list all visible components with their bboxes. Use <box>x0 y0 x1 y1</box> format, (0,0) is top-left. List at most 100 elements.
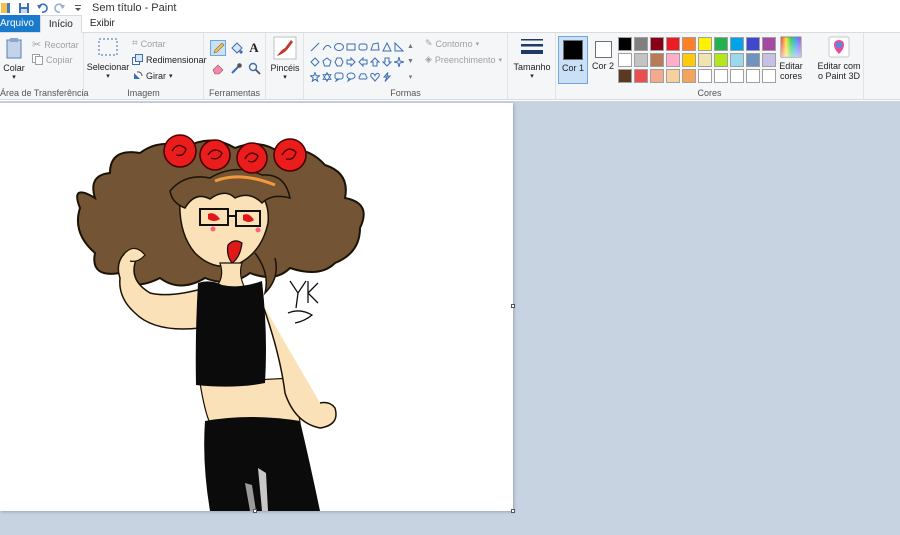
character-drawing <box>76 134 365 511</box>
rectangle-shape-icon[interactable] <box>345 39 356 54</box>
tab-file[interactable]: Arquivo <box>0 15 40 32</box>
palette-swatch[interactable] <box>666 37 680 51</box>
tab-home[interactable]: Início <box>39 15 82 33</box>
copy-label: Copiar <box>46 54 73 65</box>
paint3d-icon <box>828 36 850 58</box>
left-arrow-shape-icon[interactable] <box>357 54 368 69</box>
palette-swatch[interactable] <box>698 37 712 51</box>
paste-button[interactable]: Colar ▾ <box>2 36 26 83</box>
palette-swatch[interactable] <box>634 69 648 83</box>
brushes-button[interactable]: Pincéis ▾ <box>269 36 301 83</box>
palette-swatch[interactable] <box>698 53 712 67</box>
drawing-canvas[interactable] <box>0 103 513 511</box>
crop-button[interactable]: ⌗ Cortar <box>132 38 166 49</box>
fill-button[interactable]: ◈ Preenchimento ▾ <box>425 54 502 65</box>
rounded-callout-shape-icon[interactable] <box>333 69 344 84</box>
edit-with-paint3d-button[interactable]: Editar com o Paint 3D <box>816 36 862 81</box>
polygon-shape-icon[interactable] <box>369 39 380 54</box>
six-point-star-shape-icon[interactable] <box>321 69 332 84</box>
palette-swatch[interactable] <box>618 37 632 51</box>
palette-swatch[interactable] <box>746 69 760 83</box>
tab-view[interactable]: Exibir <box>82 15 123 32</box>
undo-icon[interactable] <box>36 2 48 14</box>
triangle-shape-icon[interactable] <box>381 39 392 54</box>
image-group-label: Imagem <box>127 88 160 98</box>
up-arrow-shape-icon[interactable] <box>369 54 380 69</box>
palette-swatch[interactable] <box>762 53 776 67</box>
lightning-shape-icon[interactable] <box>381 69 392 84</box>
resize-handle-right[interactable] <box>511 304 515 308</box>
color1-button[interactable]: Cor 1 <box>558 36 588 84</box>
customize-toolbar-icon[interactable] <box>72 2 84 14</box>
oval-shape-icon[interactable] <box>333 39 344 54</box>
down-arrow-shape-icon[interactable] <box>381 54 392 69</box>
eraser-icon <box>212 64 223 74</box>
palette-swatch[interactable] <box>650 53 664 67</box>
select-button[interactable]: Selecionar ▾ <box>86 36 130 82</box>
right-triangle-shape-icon[interactable] <box>393 39 404 54</box>
save-icon[interactable] <box>18 2 30 14</box>
palette-swatch[interactable] <box>714 69 728 83</box>
pentagon-shape-icon[interactable] <box>321 54 332 69</box>
palette-swatch[interactable] <box>650 69 664 83</box>
edit-colors-button[interactable]: Editar cores <box>776 36 806 81</box>
palette-swatch[interactable] <box>730 37 744 51</box>
text-tool[interactable]: A <box>246 40 262 56</box>
rotate-label: Girar <box>146 70 166 81</box>
color-picker-tool[interactable] <box>228 60 244 76</box>
color-palette <box>618 37 776 83</box>
outline-button[interactable]: ✎ Contorno ▾ <box>425 38 479 49</box>
palette-swatch[interactable] <box>762 37 776 51</box>
right-arrow-shape-icon[interactable] <box>345 54 356 69</box>
edit-colors-label: Editar cores <box>779 61 803 81</box>
brush-icon <box>273 36 297 60</box>
resize-handle-corner[interactable] <box>511 509 515 513</box>
palette-swatch[interactable] <box>634 53 648 67</box>
copy-button[interactable]: Copiar <box>32 54 73 65</box>
palette-swatch[interactable] <box>730 53 744 67</box>
cloud-callout-shape-icon[interactable] <box>357 69 368 84</box>
palette-swatch[interactable] <box>682 53 696 67</box>
palette-swatch[interactable] <box>746 53 760 67</box>
palette-swatch[interactable] <box>618 69 632 83</box>
redo-icon[interactable] <box>54 2 66 14</box>
cut-button[interactable]: ✂ Recortar <box>32 38 79 51</box>
fill-tool[interactable] <box>228 40 244 56</box>
resize-button[interactable]: Redimensionar <box>132 54 207 65</box>
palette-swatch[interactable] <box>666 69 680 83</box>
pencil-tool[interactable] <box>210 40 226 56</box>
hexagon-shape-icon[interactable] <box>333 54 344 69</box>
palette-swatch[interactable] <box>746 37 760 51</box>
oval-callout-shape-icon[interactable] <box>345 69 356 84</box>
palette-swatch[interactable] <box>714 37 728 51</box>
palette-swatch[interactable] <box>650 37 664 51</box>
palette-swatch[interactable] <box>762 69 776 83</box>
resize-handle-bottom[interactable] <box>253 509 257 513</box>
fill-label: Preenchimento <box>434 54 496 65</box>
select-label: Selecionar <box>86 62 130 72</box>
five-point-star-shape-icon[interactable] <box>309 69 320 84</box>
four-point-star-shape-icon[interactable] <box>393 54 404 69</box>
diamond-shape-icon[interactable] <box>309 54 320 69</box>
palette-swatch[interactable] <box>682 37 696 51</box>
magnifier-tool[interactable] <box>246 60 262 76</box>
scroll-up-icon[interactable]: ▲ <box>405 39 416 54</box>
line-shape-icon[interactable] <box>309 39 320 54</box>
palette-swatch[interactable] <box>666 53 680 67</box>
palette-swatch[interactable] <box>634 37 648 51</box>
palette-swatch[interactable] <box>698 69 712 83</box>
eraser-tool[interactable] <box>210 60 226 76</box>
palette-swatch[interactable] <box>618 53 632 67</box>
palette-swatch[interactable] <box>714 53 728 67</box>
expand-gallery-icon[interactable]: ▾ <box>405 69 416 84</box>
palette-swatch[interactable] <box>682 69 696 83</box>
size-button[interactable]: Tamanho ▾ <box>512 36 552 82</box>
rotate-button[interactable]: Girar ▾ <box>132 70 173 81</box>
palette-swatch[interactable] <box>730 69 744 83</box>
outline-icon: ✎ <box>425 38 433 48</box>
color2-button[interactable]: Cor 2 <box>590 37 616 71</box>
curve-shape-icon[interactable] <box>321 39 332 54</box>
heart-shape-icon[interactable] <box>369 69 380 84</box>
scroll-down-icon[interactable]: ▼ <box>405 54 416 69</box>
rounded-rectangle-shape-icon[interactable] <box>357 39 368 54</box>
